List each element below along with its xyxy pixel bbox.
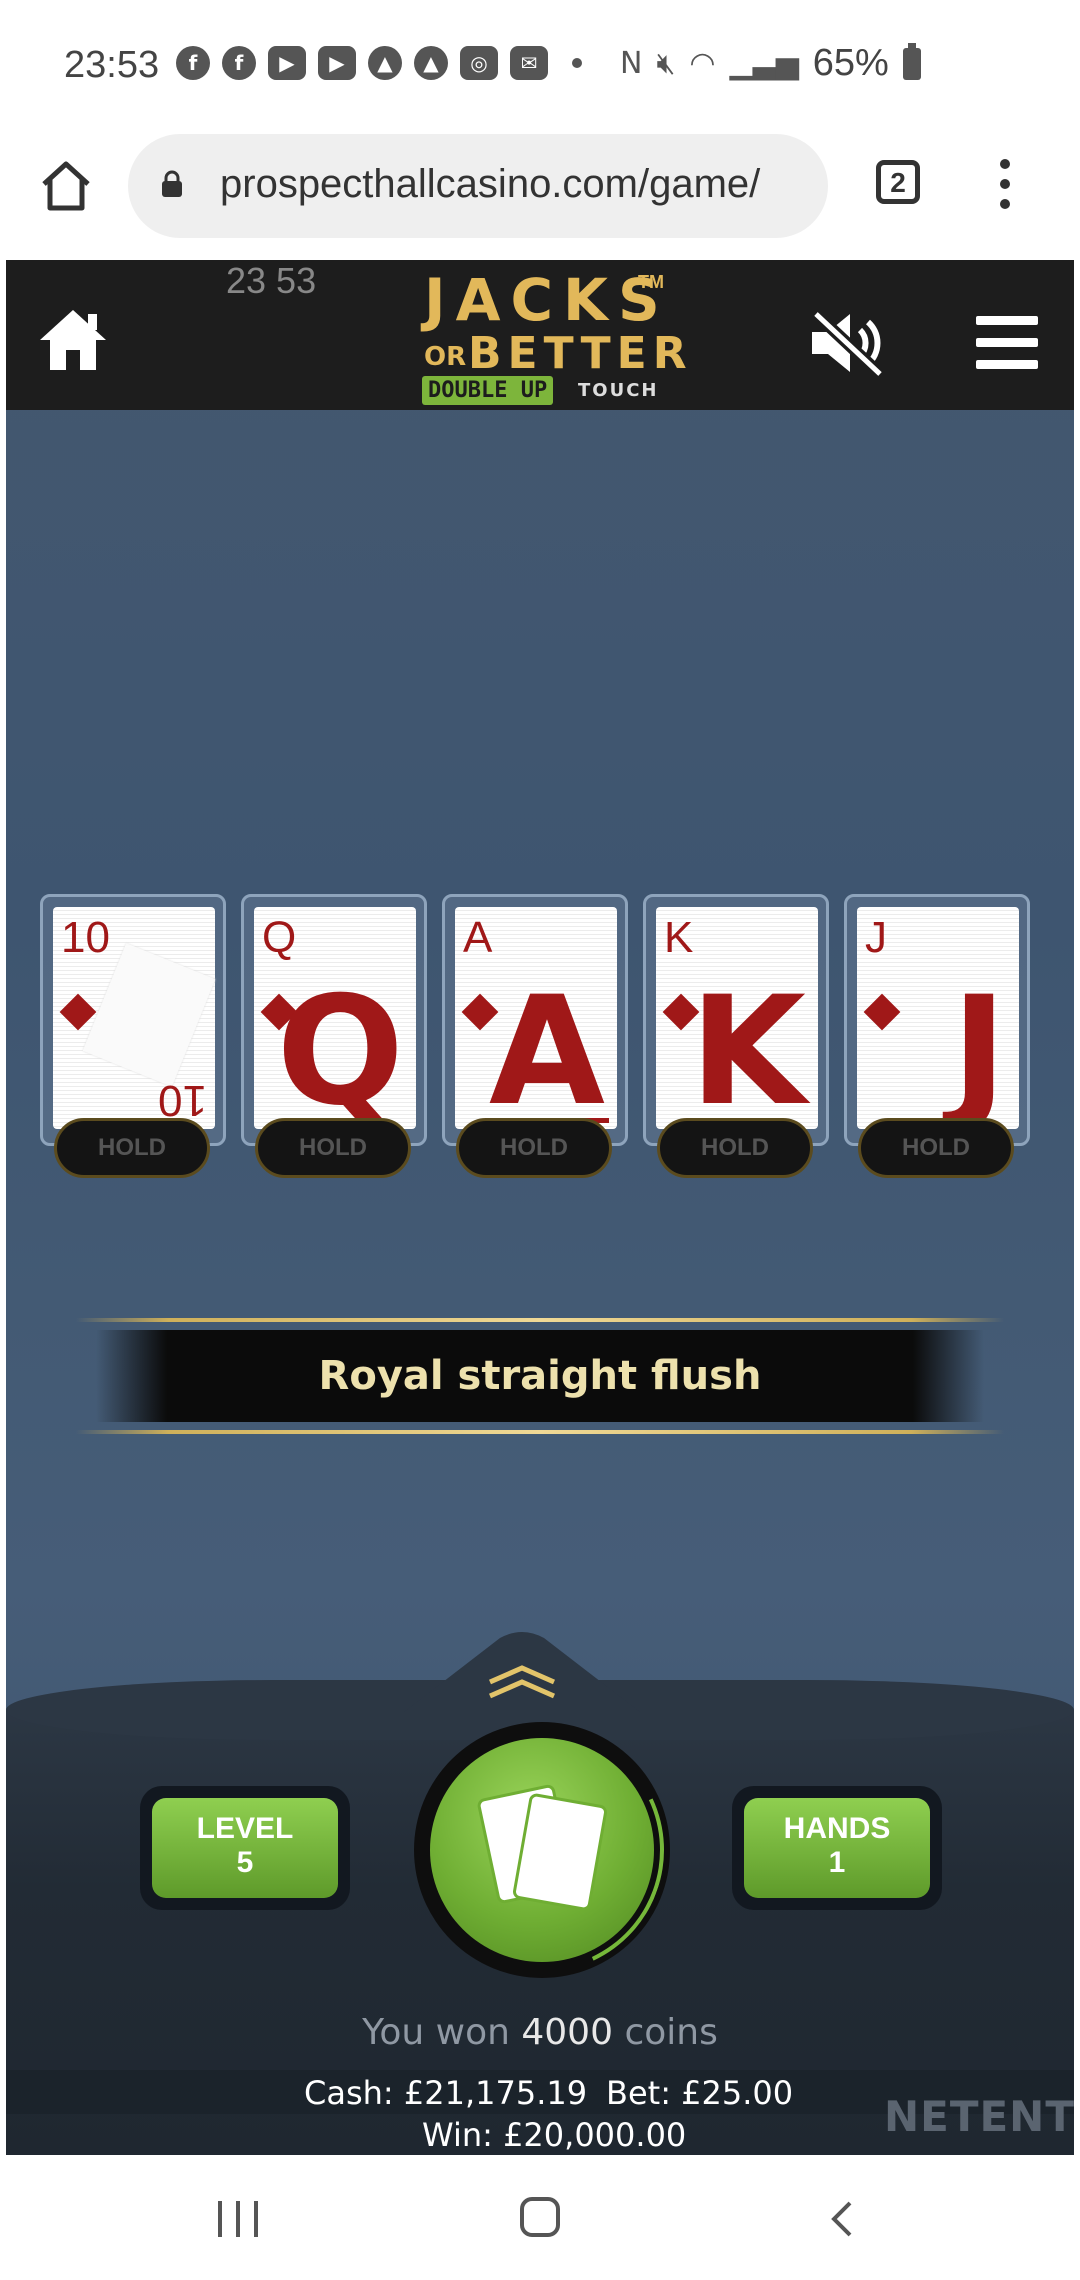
more-notifications-dot-icon — [572, 58, 582, 68]
card-face: Q — [276, 965, 404, 1139]
url-text: prospecthallcasino.com/game/ — [220, 162, 761, 206]
banner-gold-line — [76, 1318, 1004, 1322]
hold-button[interactable]: HOLD — [54, 1118, 210, 1178]
recent-apps-icon[interactable] — [218, 2201, 260, 2237]
card-rank: Q — [262, 913, 297, 962]
battery-icon — [902, 42, 921, 80]
logo-double-up: DOUBLE UP — [422, 376, 554, 405]
youtube-icon: ▶ — [268, 46, 306, 80]
logo-or: OR — [424, 342, 467, 372]
app-notification-icon: ▲ — [414, 46, 448, 80]
mail-icon: ✉ — [510, 46, 548, 80]
sound-muted-icon[interactable] — [806, 308, 890, 378]
game-menu-icon[interactable] — [976, 316, 1038, 370]
win-message-prefix: You won — [362, 2012, 510, 2053]
hand-result-text: Royal straight flush — [318, 1353, 762, 1399]
back-icon[interactable] — [826, 2199, 856, 2239]
card-slot[interactable]: K K — [643, 894, 829, 1146]
game-clock: 23 53 — [226, 260, 317, 301]
card-rank: 10 — [61, 913, 110, 962]
hands-label: HANDS — [783, 1812, 891, 1845]
status-time: 23:53 — [64, 44, 160, 86]
win-message-suffix: coins — [624, 2012, 718, 2053]
card-slot[interactable]: 10 10 — [40, 894, 226, 1146]
result-banner: Royal straight flush — [76, 1314, 1004, 1438]
hold-button[interactable]: HOLD — [858, 1118, 1014, 1178]
app-notification-icon: ▲ — [368, 46, 402, 80]
card-face: K — [689, 965, 806, 1139]
status-bar: 23:53 f f ▶ ▶ ▲ ▲ ◎ ✉ N 🔇︎ ◠ ▁▃▅ 65% — [0, 0, 1080, 130]
mute-icon: 🔇︎ — [656, 46, 676, 81]
hold-button[interactable]: HOLD — [657, 1118, 813, 1178]
game-home-icon[interactable] — [38, 308, 108, 372]
level-button[interactable]: LEVEL 5 — [140, 1786, 350, 1910]
playing-card[interactable]: Q Q — [254, 907, 416, 1129]
win-message: You won 4000 coins — [6, 2012, 1074, 2053]
game-header: 23 53 JACKS TM OR BETTER DOUBLE UP TOUCH — [6, 260, 1074, 410]
banner-gold-line — [76, 1430, 1004, 1434]
diamond-icon — [59, 993, 97, 1031]
browser-menu-icon[interactable] — [990, 154, 1020, 214]
playing-card[interactable]: A A — [455, 907, 617, 1129]
deal-button[interactable] — [385, 1693, 699, 2007]
card-slot[interactable]: A A — [442, 894, 628, 1146]
cash-balance: Cash: £21,175.19 — [304, 2074, 588, 2112]
logo-jacks: JACKS — [424, 266, 670, 334]
browser-toolbar: prospecthallcasino.com/game/ 2 — [0, 130, 1080, 260]
hands-button[interactable]: HANDS 1 — [732, 1786, 942, 1910]
provider-logo: NETENT — [884, 2092, 1074, 2141]
level-button-face[interactable]: LEVEL 5 — [152, 1798, 338, 1898]
card-face: A — [484, 965, 610, 1139]
wifi-icon: ◠ — [689, 46, 716, 81]
card-slot[interactable]: J J — [844, 894, 1030, 1146]
game-area: 23 53 JACKS TM OR BETTER DOUBLE UP TOUCH… — [6, 260, 1074, 2155]
logo-trademark: TM — [638, 272, 664, 292]
win-amount: Win: £20,000.00 — [422, 2116, 687, 2154]
card-rank: J — [865, 913, 887, 962]
playing-card[interactable]: 10 10 — [53, 907, 216, 1129]
game-logo: JACKS TM OR BETTER DOUBLE UP TOUCH — [406, 266, 687, 406]
instagram-icon: ◎ — [460, 46, 498, 80]
diamond-icon — [863, 993, 901, 1031]
nfc-icon: N — [620, 46, 643, 81]
battery-percent: 65% — [812, 42, 889, 84]
signal-icon: ▁▃▅ — [729, 46, 799, 81]
home-nav-icon[interactable] — [520, 2197, 560, 2237]
card-art — [82, 943, 216, 1087]
logo-better: BETTER — [468, 328, 693, 379]
card-rank: K — [664, 913, 694, 962]
banner-body: Royal straight flush — [96, 1330, 984, 1422]
hands-value: 1 — [828, 1846, 846, 1879]
hold-button[interactable]: HOLD — [456, 1118, 612, 1178]
level-label: LEVEL — [196, 1812, 294, 1845]
level-value: 5 — [236, 1846, 254, 1879]
address-bar[interactable]: prospecthallcasino.com/game/ — [128, 134, 828, 238]
system-navigation-bar — [0, 2155, 1080, 2280]
card-face: J — [951, 965, 1007, 1139]
system-icons: N 🔇︎ ◠ ▁▃▅ 65% — [620, 42, 921, 85]
notification-icons: f f ▶ ▶ ▲ ▲ ◎ ✉ — [176, 46, 582, 80]
playing-card[interactable]: J J — [857, 907, 1019, 1129]
facebook-icon: f — [222, 46, 256, 80]
hold-button[interactable]: HOLD — [255, 1118, 411, 1178]
card-slot[interactable]: Q Q — [241, 894, 427, 1146]
browser-home-icon[interactable] — [36, 156, 96, 216]
tab-switcher-button[interactable]: 2 — [876, 160, 920, 204]
lock-icon — [162, 170, 182, 197]
logo-touch: TOUCH — [578, 380, 659, 401]
bet-amount: Bet: £25.00 — [606, 2074, 794, 2112]
facebook-icon: f — [176, 46, 210, 80]
card-rank: A — [463, 913, 493, 962]
youtube-icon: ▶ — [318, 46, 356, 80]
expand-paytable-button[interactable] — [404, 1630, 640, 1712]
win-coins: 4000 — [521, 2012, 613, 2053]
hands-button-face[interactable]: HANDS 1 — [744, 1798, 930, 1898]
playing-card[interactable]: K K — [656, 907, 818, 1129]
